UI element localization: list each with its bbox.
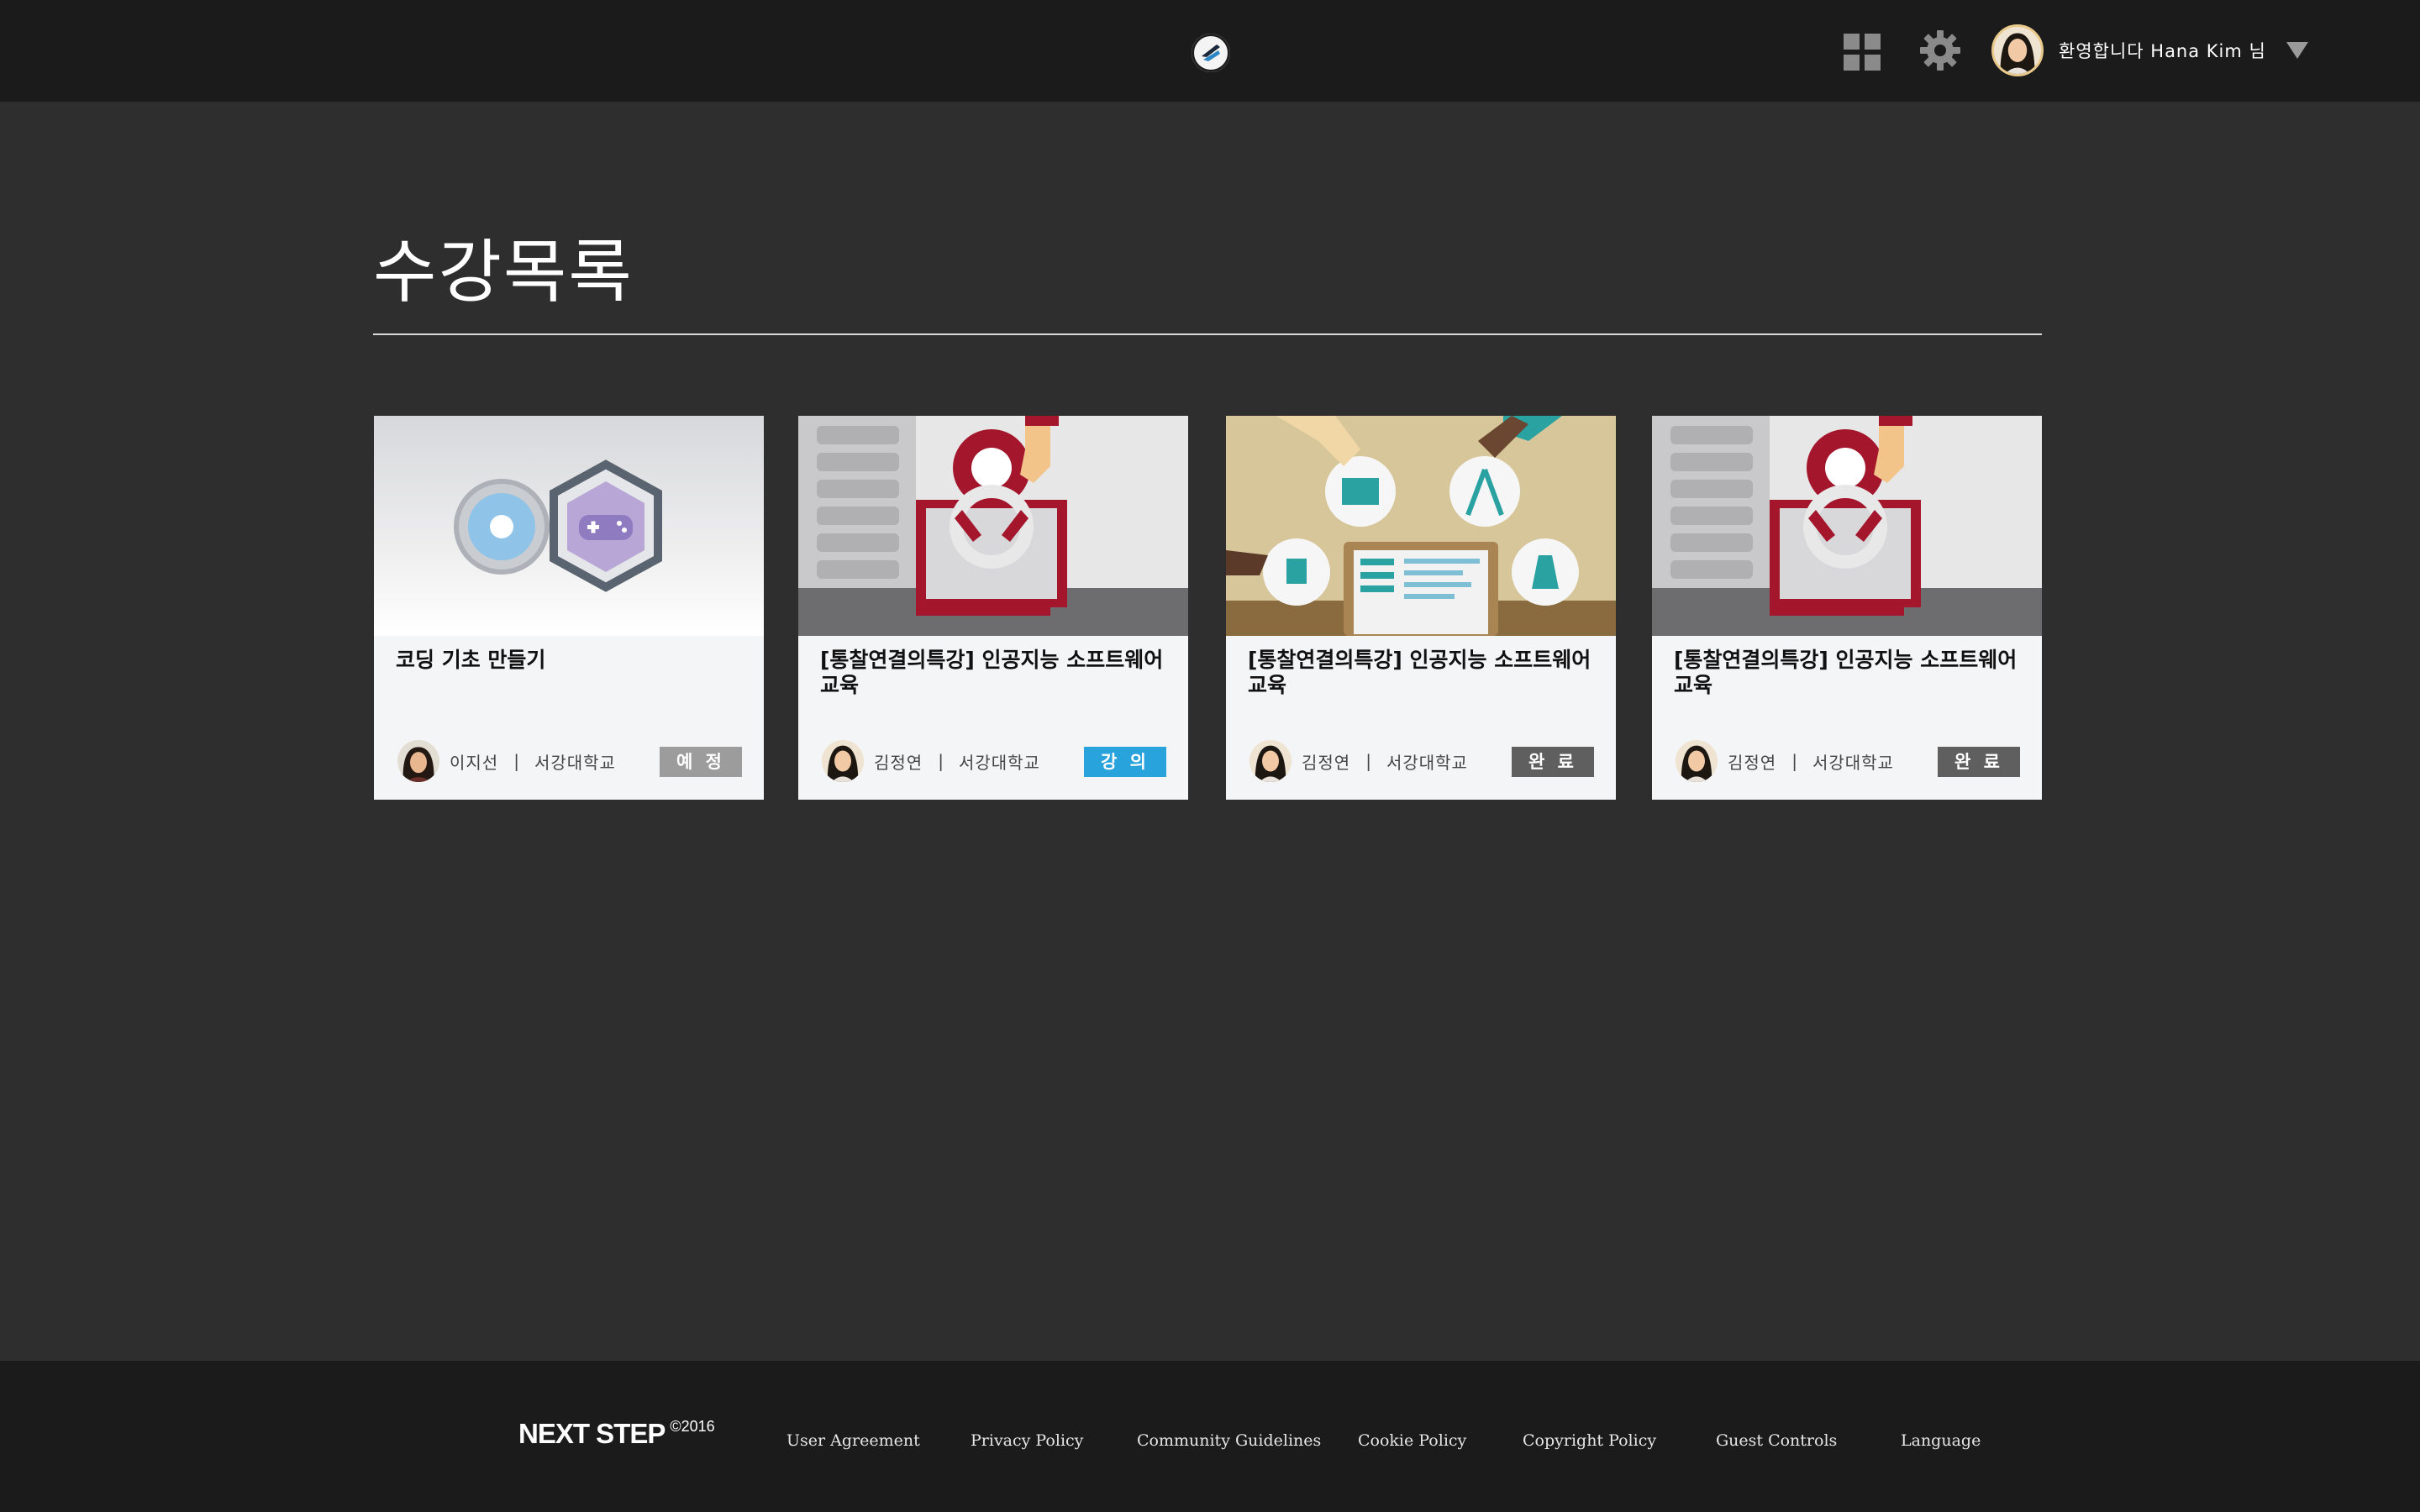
meta-separator: | — [938, 751, 944, 771]
course-thumbnail — [1226, 416, 1616, 636]
apps-grid-cell — [1844, 34, 1860, 50]
footer-link-cookie-policy[interactable]: Cookie Policy — [1358, 1431, 1466, 1450]
page-title: 수강목록 — [373, 233, 634, 312]
apps-grid-icon[interactable] — [1844, 34, 1881, 71]
welcome-text: 환영합니다 Hana Kim 님 — [2059, 41, 2266, 61]
footer-link-community-guidelines[interactable]: Community Guidelines — [1137, 1431, 1321, 1450]
course-title[interactable]: [통찰연결의특강] 인공지능 소프트웨어 교육 — [820, 648, 1173, 698]
meta-separator: | — [1791, 751, 1797, 771]
course-card[interactable]: [통찰연결의특강] 인공지능 소프트웨어 교육 김정연 | 서강대학교 완 료 — [1226, 416, 1616, 800]
meta-separator: | — [513, 751, 519, 771]
course-thumbnail — [1652, 416, 2042, 636]
instructor-avatar — [1676, 740, 1718, 782]
status-badge: 완 료 — [1512, 747, 1594, 777]
footer-brand[interactable]: NEXT STEP ©2016 — [518, 1418, 715, 1450]
status-badge: 예 정 — [660, 747, 742, 777]
course-thumbnail — [798, 416, 1188, 636]
course-card[interactable]: 코딩 기초 만들기 이지선 | 서강대학교 예 정 — [374, 416, 764, 800]
dropdown-caret-icon[interactable] — [2286, 42, 2308, 59]
footer-link-copyright-policy[interactable]: Copyright Policy — [1523, 1431, 1656, 1450]
course-title[interactable]: 코딩 기초 만들기 — [396, 648, 749, 673]
instructor-avatar — [397, 740, 439, 782]
instructor-avatar — [822, 740, 864, 782]
school-name: 서강대학교 — [958, 752, 1040, 773]
instructor-name: 김정연 — [1728, 752, 1777, 773]
brand-name: NEXT STEP — [518, 1418, 666, 1449]
course-thumbnail — [374, 416, 764, 636]
course-title[interactable]: [통찰연결의특강] 인공지능 소프트웨어 교육 — [1248, 648, 1601, 698]
footer-link-guest-controls[interactable]: Guest Controls — [1716, 1431, 1837, 1450]
school-name: 서강대학교 — [1386, 752, 1468, 773]
school-name: 서강대학교 — [534, 752, 616, 773]
title-divider — [373, 333, 2042, 335]
instructor-name: 이지선 — [450, 752, 499, 773]
footer-link-user-agreement[interactable]: User Agreement — [786, 1431, 920, 1450]
meta-separator: | — [1365, 751, 1371, 771]
status-badge: 강 의 — [1084, 747, 1166, 777]
app-logo-icon[interactable] — [1192, 34, 1230, 72]
school-name: 서강대학교 — [1812, 752, 1894, 773]
footer: NEXT STEP ©2016 User Agreement Privacy Po… — [0, 1361, 2420, 1512]
course-title[interactable]: [통찰연결의특강] 인공지능 소프트웨어 교육 — [1674, 648, 2027, 698]
top-bar: 환영합니다 Hana Kim 님 — [0, 0, 2420, 102]
course-card[interactable]: [통찰연결의특강] 인공지능 소프트웨어 교육 김정연 | 서강대학교 완 료 — [1652, 416, 2042, 800]
user-menu[interactable]: 환영합니다 Hana Kim 님 — [1991, 24, 2308, 77]
footer-link-language[interactable]: Language — [1901, 1431, 1981, 1450]
footer-link-privacy-policy[interactable]: Privacy Policy — [971, 1431, 1083, 1450]
instructor-name: 김정연 — [1302, 752, 1351, 773]
status-badge: 완 료 — [1938, 747, 2020, 777]
apps-grid-cell — [1865, 34, 1881, 50]
apps-grid-cell — [1865, 55, 1881, 71]
instructor-avatar — [1249, 740, 1292, 782]
avatar — [1991, 24, 2044, 76]
instructor-name: 김정연 — [874, 752, 923, 773]
copyright-year: ©2016 — [670, 1418, 715, 1435]
course-card[interactable]: [통찰연결의특강] 인공지능 소프트웨어 교육 김정연 | 서강대학교 강 의 — [798, 416, 1188, 800]
apps-grid-cell — [1844, 55, 1860, 71]
gear-icon[interactable] — [1918, 29, 1962, 72]
